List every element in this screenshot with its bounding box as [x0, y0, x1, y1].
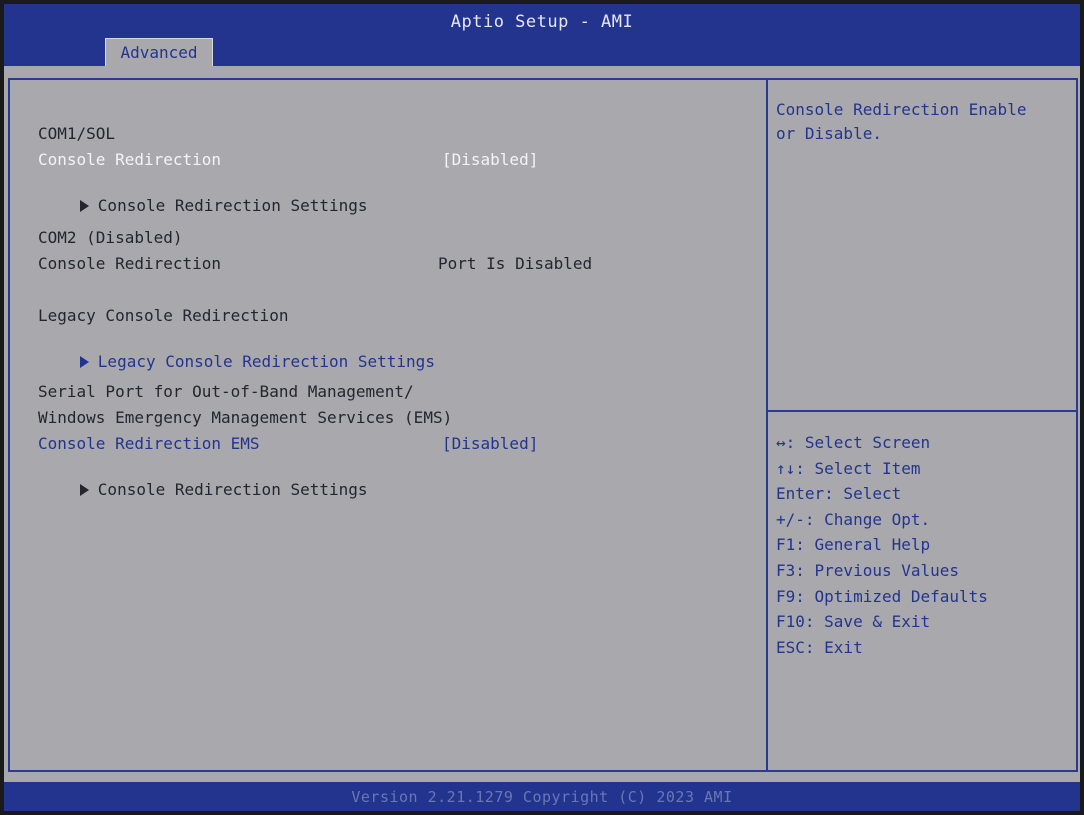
com2-heading: COM2 (Disabled)	[38, 228, 183, 247]
settings-panel: COM1/SOL Console Redirection [Disabled] …	[8, 78, 768, 772]
ems-settings-label: Console Redirection Settings	[97, 480, 368, 499]
key-select-item: ↑↓: Select Item	[776, 458, 921, 478]
key-general-help: F1: General Help	[776, 535, 931, 555]
com1-console-redirection-settings[interactable]: Console Redirection Settings	[22, 176, 368, 236]
com1-settings-label: Console Redirection Settings	[97, 196, 368, 215]
app-title: Aptio Setup - AMI	[450, 12, 634, 32]
legacy-settings-label: Legacy Console Redirection Settings	[97, 352, 435, 371]
submenu-arrow-icon	[79, 356, 89, 368]
com2-console-redirection-value: Port Is Disabled	[438, 254, 593, 273]
key-select-screen: ↔: Select Screen	[776, 433, 931, 452]
key-legend: ↔: Select Screen ↑↓: Select Item Enter: …	[776, 430, 1072, 660]
submenu-arrow-icon	[79, 484, 89, 496]
version-copyright: Version 2.21.1279 Copyright (C) 2023 AMI	[351, 788, 733, 806]
help-description: Console Redirection Enable or Disable.	[776, 100, 1027, 143]
submenu-arrow-icon	[79, 200, 89, 212]
key-previous-values: F3: Previous Values	[776, 560, 960, 580]
key-esc-exit: ESC: Exit	[776, 637, 863, 657]
ems-console-redirection-value[interactable]: [Disabled]	[442, 434, 538, 454]
key-change-opt: +/-: Change Opt.	[776, 509, 931, 529]
com1-console-redirection-value[interactable]: [Disabled]	[442, 150, 538, 170]
com1-heading: COM1/SOL	[38, 124, 116, 143]
ems-heading-line2: Windows Emergency Management Services (E…	[38, 408, 453, 427]
help-divider	[768, 410, 1076, 412]
com1-console-redirection-label[interactable]: Console Redirection	[38, 150, 221, 170]
com2-console-redirection-label: Console Redirection	[38, 254, 222, 273]
help-panel: Console Redirection Enable or Disable. ↔…	[766, 78, 1078, 772]
key-save-exit: F10: Save & Exit	[776, 612, 931, 632]
tab-advanced[interactable]: Advanced	[105, 38, 213, 66]
header-bar: Aptio Setup - AMI Advanced	[4, 4, 1080, 66]
ems-console-redirection-settings[interactable]: Console Redirection Settings	[22, 460, 368, 520]
ems-console-redirection-label[interactable]: Console Redirection EMS	[38, 434, 260, 454]
key-optimized-defaults: F9: Optimized Defaults	[776, 586, 988, 606]
key-enter-select: Enter: Select	[776, 484, 902, 504]
bios-screen: Aptio Setup - AMI Advanced COM1/SOL Cons…	[4, 4, 1080, 811]
footer-bar: Version 2.21.1279 Copyright (C) 2023 AMI	[4, 782, 1080, 811]
legacy-heading: Legacy Console Redirection	[38, 306, 289, 325]
ems-heading-line1: Serial Port for Out-of-Band Management/	[38, 382, 414, 401]
